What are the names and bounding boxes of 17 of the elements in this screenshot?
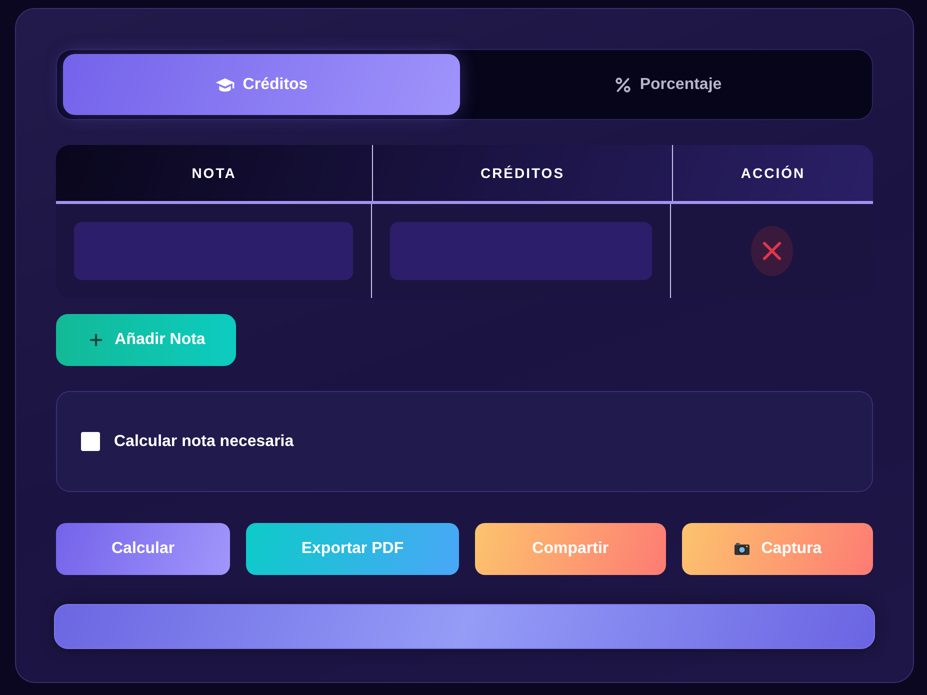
grade-input[interactable]: [74, 222, 353, 280]
action-button[interactable]: Captura: [682, 523, 874, 575]
column-header: CRÉDITOS: [373, 145, 673, 201]
credits-input[interactable]: [390, 222, 652, 280]
action-button[interactable]: Calcular: [56, 523, 230, 575]
percent-icon: [614, 76, 632, 94]
camera-icon: [733, 540, 752, 558]
action-button[interactable]: Compartir: [474, 523, 666, 575]
tab[interactable]: Créditos: [63, 54, 460, 115]
checkbox[interactable]: [81, 432, 100, 451]
delete-button[interactable]: [751, 226, 793, 276]
column-header: ACCIÓN: [740, 164, 806, 183]
action-button[interactable]: Exportar PDF: [246, 523, 459, 575]
checkbox-label: Calcular nota necesaria: [114, 432, 294, 450]
column-header: NOTA: [56, 145, 373, 201]
tab[interactable]: Porcentaje: [470, 54, 866, 115]
add-button[interactable]: Añadir Nota: [56, 314, 236, 366]
